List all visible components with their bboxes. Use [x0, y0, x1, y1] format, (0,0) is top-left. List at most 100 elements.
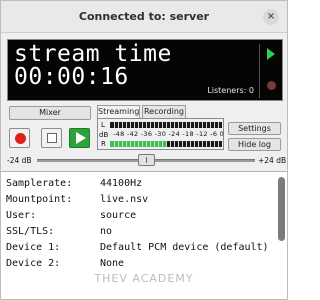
recording-indicator-icon: [267, 81, 276, 90]
log-scrollbar[interactable]: [278, 177, 285, 241]
log-key: Mountpoint:: [6, 194, 73, 205]
meter-right-label: R: [101, 140, 106, 148]
play-button[interactable]: [69, 128, 90, 148]
log-key: SSL/TLS:: [6, 226, 55, 237]
settings-button[interactable]: Settings: [228, 122, 281, 135]
meter-segment-tick: [130, 122, 131, 128]
meter-segment-tick: [206, 141, 207, 147]
meter-segment-tick: [194, 141, 195, 147]
app-window: Connected to: server × stream time 00:00…: [0, 0, 288, 300]
meter-segment-tick: [174, 141, 175, 147]
meter-segment-tick: [174, 122, 175, 128]
meter-segment-tick: [198, 122, 199, 128]
meter-db-label: dB: [99, 131, 109, 139]
meter-segment-tick: [162, 122, 163, 128]
meter-right-bar: [110, 141, 222, 147]
meter-segment-tick: [150, 122, 151, 128]
listeners-count: Listeners: 0: [207, 86, 254, 95]
log-value: None: [100, 258, 125, 269]
tab-streaming[interactable]: Streaming: [97, 105, 140, 118]
volume-slider-thumb[interactable]: [138, 154, 155, 166]
log-value: source: [100, 210, 137, 221]
meter-segment-tick: [154, 141, 155, 147]
volume-max-label: +24 dB: [258, 156, 287, 165]
meter-segment-tick: [130, 141, 131, 147]
log-key: Device 2:: [6, 258, 61, 269]
meter-segment-tick: [146, 122, 147, 128]
stream-timer: 00:00:16: [14, 64, 129, 90]
stop-icon: [47, 133, 57, 143]
meter-segment-tick: [186, 122, 187, 128]
meter-segment-tick: [210, 141, 211, 147]
meter-scale: -48 -42 -36 -30 -24 -18 -12 -6 0: [113, 130, 225, 138]
log-key: Device 1:: [6, 242, 61, 253]
meter-segment-tick: [142, 141, 143, 147]
meter-segment-tick: [198, 141, 199, 147]
window-title: Connected to: server: [78, 10, 210, 23]
meter-segment-tick: [190, 122, 191, 128]
meter-segment-tick: [114, 122, 115, 128]
meter-segment-tick: [206, 122, 207, 128]
meter-left-bar: [110, 122, 222, 128]
meter-segment-tick: [138, 122, 139, 128]
title-bar: Connected to: server ×: [1, 1, 287, 33]
meter-segment-tick: [214, 122, 215, 128]
hide-log-button[interactable]: Hide log: [228, 138, 281, 151]
record-button[interactable]: [9, 128, 30, 148]
mixer-button[interactable]: Mixer: [9, 106, 91, 120]
meter-segment-tick: [142, 122, 143, 128]
meter-segment-tick: [202, 141, 203, 147]
meter-segment-tick: [122, 122, 123, 128]
close-button[interactable]: ×: [263, 9, 279, 25]
meter-segment-tick: [182, 122, 183, 128]
meter-segment-tick: [146, 141, 147, 147]
meter-segment-tick: [218, 122, 219, 128]
meter-segment-tick: [202, 122, 203, 128]
streaming-indicator-icon: [267, 48, 275, 60]
stream-display: stream time 00:00:16 Listeners: 0: [7, 39, 283, 101]
meter-segment-tick: [182, 141, 183, 147]
meter-segment-tick: [118, 141, 119, 147]
play-icon: [76, 132, 86, 144]
meter-left-label: L: [101, 121, 105, 129]
log-panel: Samplerate: 44100Hz Mountpoint: live.nsv…: [1, 171, 287, 299]
meter-segment-tick: [134, 141, 135, 147]
meter-segment-tick: [166, 122, 167, 128]
meter-segment-tick: [170, 122, 171, 128]
meter-segment-tick: [114, 141, 115, 147]
log-key: User:: [6, 210, 37, 221]
meter-segment-tick: [118, 122, 119, 128]
meter-segment-tick: [186, 141, 187, 147]
volume-min-label: -24 dB: [7, 156, 32, 165]
meter-segment-tick: [126, 141, 127, 147]
log-value: Default PCM device (default): [100, 242, 269, 253]
meter-segment-tick: [150, 141, 151, 147]
log-value: 44100Hz: [100, 178, 143, 189]
meter-segment-tick: [178, 141, 179, 147]
log-value: live.nsv: [100, 194, 149, 205]
meter-segment-tick: [190, 141, 191, 147]
meter-segment-tick: [134, 122, 135, 128]
meter-segment-tick: [158, 122, 159, 128]
watermark: THEV ACADEMY: [94, 272, 194, 285]
log-value: no: [100, 226, 113, 237]
meter-segment-tick: [162, 141, 163, 147]
meter-segment-tick: [214, 141, 215, 147]
level-meter: L dB R -48 -42 -36 -30 -24 -18 -12 -6 0: [97, 118, 224, 150]
tab-recording[interactable]: Recording: [142, 105, 186, 118]
meter-segment-tick: [178, 122, 179, 128]
meter-segment-tick: [158, 141, 159, 147]
meter-segment-tick: [138, 141, 139, 147]
meter-segment-tick: [170, 141, 171, 147]
meter-segment-tick: [218, 141, 219, 147]
meter-segment-tick: [210, 122, 211, 128]
meter-segment-tick: [122, 141, 123, 147]
meter-segment-tick: [154, 122, 155, 128]
meter-segment-tick: [126, 122, 127, 128]
meter-segment-tick: [194, 122, 195, 128]
log-key: Samplerate:: [6, 178, 73, 189]
stop-button[interactable]: [41, 128, 62, 148]
display-divider: [259, 44, 260, 98]
record-icon: [15, 133, 26, 144]
meter-segment-tick: [166, 141, 167, 147]
